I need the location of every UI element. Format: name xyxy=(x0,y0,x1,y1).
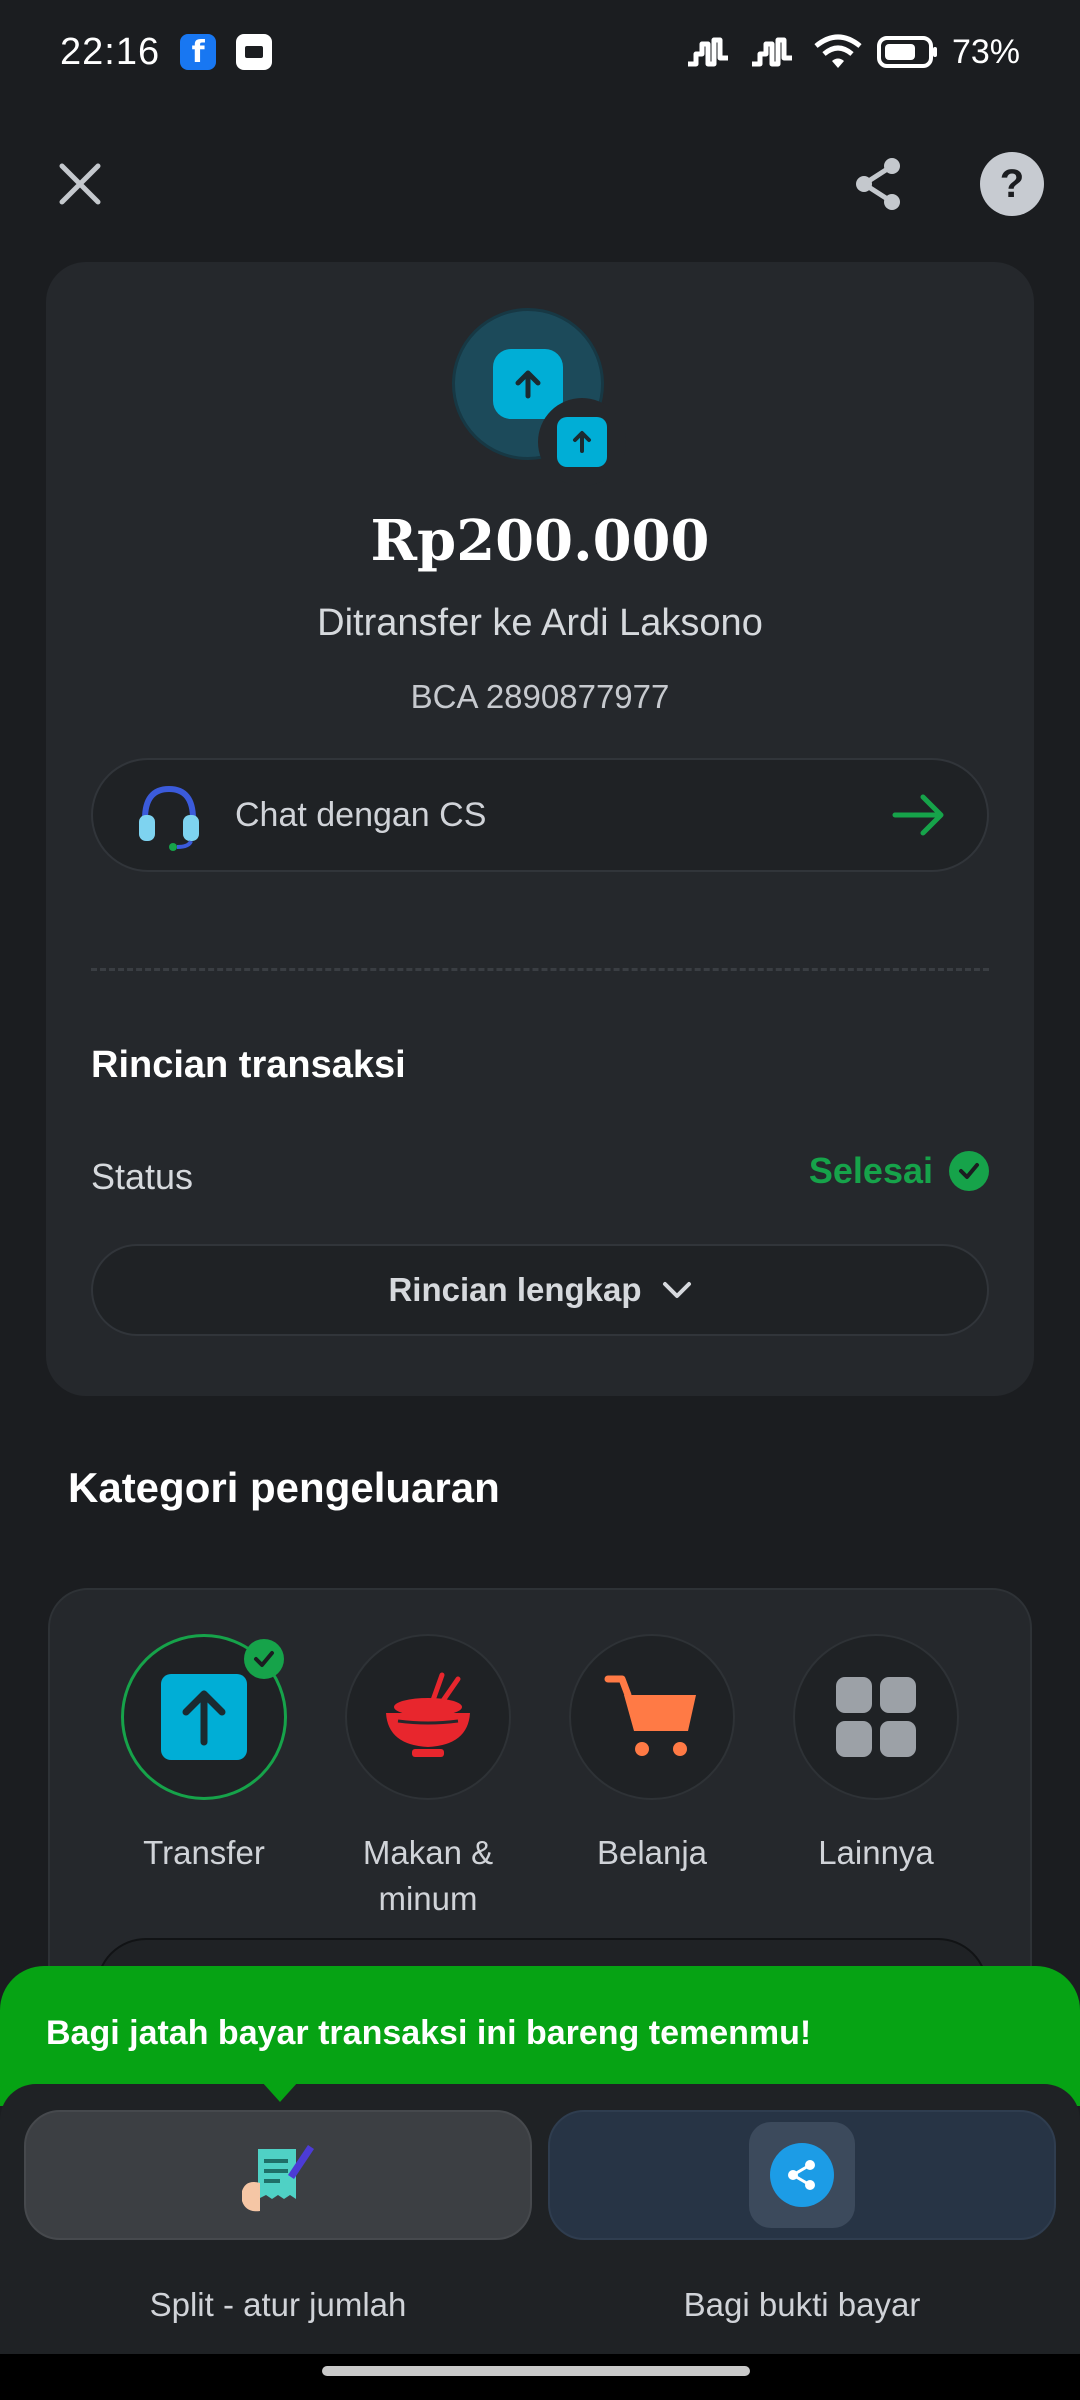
transaction-amount: Rp200.000 xyxy=(370,508,710,574)
category-label: Belanja xyxy=(596,1834,708,1871)
details-title: Rincian transaksi xyxy=(91,1044,406,1086)
category-food-circle xyxy=(345,1634,511,1800)
signal-icon xyxy=(751,37,792,67)
divider xyxy=(91,968,989,971)
arrow-right-icon xyxy=(892,794,944,836)
split-button[interactable] xyxy=(24,2110,532,2240)
chat-cs-label: Chat dengan CS xyxy=(235,795,487,834)
transfer-icon xyxy=(161,1674,247,1760)
category-label: Lainnya xyxy=(818,1834,934,1871)
wifi-icon xyxy=(814,34,862,68)
promo-pointer xyxy=(262,2082,298,2102)
account-number: BCA 2890877977 xyxy=(410,678,670,715)
status-time: 22:16 xyxy=(60,30,161,73)
home-handle[interactable] xyxy=(322,2366,750,2376)
bottom-action-sheet: Split - atur jumlah Bagi bukti bayar xyxy=(0,2084,1080,2354)
battery-icon xyxy=(876,36,937,68)
headset-icon xyxy=(139,785,199,851)
status-bar: 22:16 f 73% xyxy=(0,0,1080,104)
grid-icon xyxy=(836,1677,916,1757)
transaction-card: Rp200.000 Ditransfer ke Ardi Laksono BCA… xyxy=(46,262,1034,1396)
share-tile xyxy=(749,2122,855,2228)
top-bar: ? xyxy=(0,140,1080,228)
category-label: Makan & minum xyxy=(362,1834,494,1917)
shopping-cart-icon xyxy=(604,1675,696,1756)
selected-check-icon xyxy=(244,1639,284,1679)
split-label: Split - atur jumlah xyxy=(149,2286,407,2323)
category-transfer-circle xyxy=(121,1634,287,1800)
navigation-bar xyxy=(0,2354,1080,2400)
status-label: Status xyxy=(91,1156,194,1197)
full-details-label: Rincian lengkap xyxy=(388,1271,642,1308)
category-shopping[interactable]: Belanja xyxy=(540,1634,764,1876)
screen-icon xyxy=(236,34,273,70)
food-bowl-icon xyxy=(386,1672,470,1757)
recipient-name: Ditransfer ke Ardi Laksono xyxy=(317,602,763,644)
promo-text: Bagi jatah bayar transaksi ini bareng te… xyxy=(46,2014,812,2052)
full-details-button[interactable]: Rincian lengkap xyxy=(91,1244,989,1336)
transfer-badge-icon xyxy=(538,398,626,486)
battery-percent: 73% xyxy=(951,32,1020,71)
category-title: Kategori pengeluaran xyxy=(68,1464,500,1511)
share-icon[interactable] xyxy=(838,144,918,224)
category-food[interactable]: Makan & minum xyxy=(316,1634,540,1922)
check-icon xyxy=(949,1151,989,1191)
signal-icon xyxy=(687,37,728,67)
category-label: Transfer xyxy=(143,1834,265,1871)
category-other[interactable]: Lainnya xyxy=(764,1634,988,1876)
category-transfer[interactable]: Transfer xyxy=(92,1634,316,1876)
category-shopping-circle xyxy=(569,1634,735,1800)
close-icon[interactable] xyxy=(40,144,120,224)
help-icon[interactable]: ? xyxy=(980,152,1044,216)
category-other-circle xyxy=(793,1634,959,1800)
facebook-icon: f xyxy=(180,34,217,70)
share-proof-button[interactable] xyxy=(548,2110,1056,2240)
chat-cs-button[interactable]: Chat dengan CS xyxy=(91,758,989,872)
chevron-down-icon xyxy=(662,1282,691,1298)
status-value: Selesai xyxy=(809,1150,989,1192)
share-proof-label: Bagi bukti bayar xyxy=(683,2286,921,2323)
share-round-icon xyxy=(770,2143,834,2207)
split-bill-icon xyxy=(242,2145,314,2212)
status-text: Selesai xyxy=(808,1150,933,1191)
